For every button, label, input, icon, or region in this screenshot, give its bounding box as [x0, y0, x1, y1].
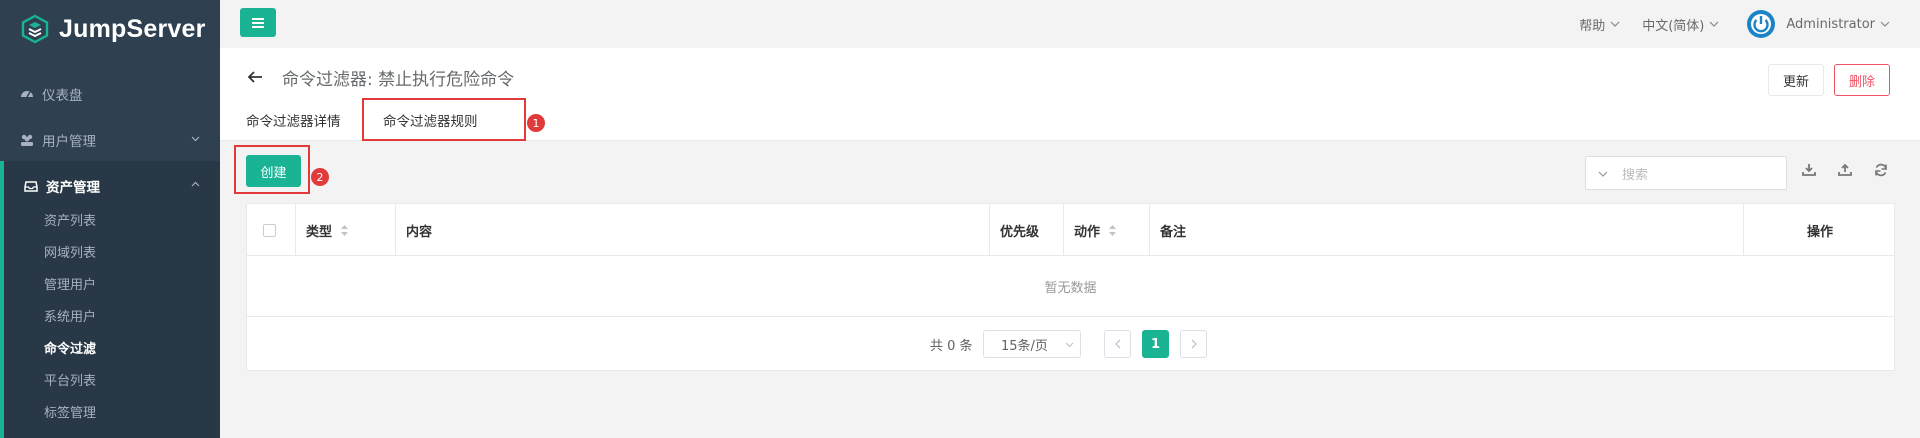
avatar [1747, 10, 1776, 38]
sidebar-item-label: 仪表盘 [42, 88, 83, 104]
topbar-right: 帮助 中文(简体) Administrator [1557, 0, 1890, 48]
column-header-priority: 优先级 [989, 204, 1063, 256]
column-header-comment: 备注 [1149, 204, 1741, 256]
sidebar-item-label: 资产管理 [46, 180, 100, 196]
page-size-select[interactable]: 15条/页 [983, 330, 1081, 358]
chevron-down-icon [1880, 21, 1890, 27]
hamburger-icon [252, 17, 264, 28]
sidebar-item-dashboard[interactable]: 仪表盘 [0, 71, 220, 117]
back-arrow-icon[interactable] [246, 68, 264, 86]
sort-icon [341, 224, 349, 236]
jumpserver-logo-icon [21, 14, 49, 44]
sidebar: JumpServer 仪表盘 用户管理 资产管理 资产列表 网域列表 管理用户 … [0, 0, 220, 438]
app-name: JumpServer [59, 14, 206, 43]
delete-button[interactable]: 删除 [1834, 64, 1890, 96]
chevron-down-icon [1709, 21, 1719, 27]
chevron-down-icon [1598, 171, 1608, 177]
pagination: 共 0 条 15条/页 1 [247, 317, 1894, 372]
chevron-left-icon [1114, 339, 1120, 349]
column-header-action[interactable]: 动作 [1063, 204, 1153, 256]
help-label: 帮助 [1579, 18, 1606, 34]
sidebar-subitem-platform-list[interactable]: 平台列表 [44, 371, 96, 393]
chevron-down-icon [191, 136, 200, 142]
sidebar-item-assets[interactable]: 资产管理 [0, 163, 220, 209]
users-icon [21, 134, 33, 146]
sidebar-item-users[interactable]: 用户管理 [0, 117, 220, 163]
select-all-cell [247, 204, 295, 256]
help-menu[interactable]: 帮助 [1579, 15, 1620, 34]
refresh-icon[interactable] [1873, 162, 1889, 178]
user-name: Administrator [1786, 16, 1875, 32]
logo[interactable]: JumpServer [0, 0, 220, 58]
chevron-up-icon [191, 181, 200, 187]
language-menu[interactable]: 中文(简体) [1642, 15, 1719, 34]
chevron-down-icon [1065, 342, 1074, 348]
empty-table-message: 暂无数据 [247, 256, 1894, 317]
total-count: 共 0 条 [930, 339, 973, 354]
column-header-content: 内容 [395, 204, 971, 256]
column-header-type[interactable]: 类型 [295, 204, 395, 256]
menu-toggle-button[interactable] [240, 8, 276, 37]
page-number-button[interactable]: 1 [1142, 330, 1169, 358]
select-all-checkbox[interactable] [263, 223, 276, 237]
sidebar-subitem-domain-list[interactable]: 网域列表 [44, 243, 96, 265]
dashboard-icon [21, 91, 33, 98]
highlight-box-tab [362, 98, 526, 141]
search-placeholder: 搜索 [1622, 167, 1649, 183]
sidebar-subitem-asset-list[interactable]: 资产列表 [44, 211, 96, 233]
download-icon[interactable] [1801, 162, 1817, 178]
create-button[interactable]: 创建 [246, 155, 301, 187]
sort-icon [1109, 224, 1117, 236]
column-header-actions: 操作 [1743, 204, 1896, 256]
inbox-icon [24, 181, 38, 192]
prev-page-button[interactable] [1104, 330, 1131, 358]
chevron-down-icon [1610, 21, 1620, 27]
annotation-badge-1: 1 [527, 114, 545, 132]
search-input[interactable]: 搜索 [1585, 156, 1787, 190]
update-button[interactable]: 更新 [1768, 64, 1824, 96]
user-menu[interactable]: Administrator [1741, 9, 1890, 39]
annotation-badge-2: 2 [311, 168, 329, 186]
sidebar-subitem-command-filters[interactable]: 命令过滤 [44, 339, 96, 361]
page-title: 命令过滤器: 禁止执行危险命令 [282, 70, 515, 90]
sidebar-subitem-system-users[interactable]: 系统用户 [44, 307, 96, 329]
sidebar-item-label: 用户管理 [42, 134, 96, 150]
tab-filter-details[interactable]: 命令过滤器详情 [246, 110, 341, 130]
upload-icon[interactable] [1837, 162, 1853, 178]
sidebar-subitem-admin-users[interactable]: 管理用户 [44, 275, 96, 297]
language-label: 中文(简体) [1642, 18, 1705, 34]
topbar: 帮助 中文(简体) Administrator [220, 0, 1920, 48]
rules-table: 类型 内容 优先级 动作 备注 操作 暂无数据 共 0 条 15条/页 1 [246, 203, 1895, 371]
next-page-button[interactable] [1180, 330, 1207, 358]
table-header: 类型 内容 优先级 动作 备注 操作 [247, 204, 1894, 256]
sidebar-subitem-label-management[interactable]: 标签管理 [44, 403, 96, 425]
chevron-right-icon [1191, 339, 1197, 349]
